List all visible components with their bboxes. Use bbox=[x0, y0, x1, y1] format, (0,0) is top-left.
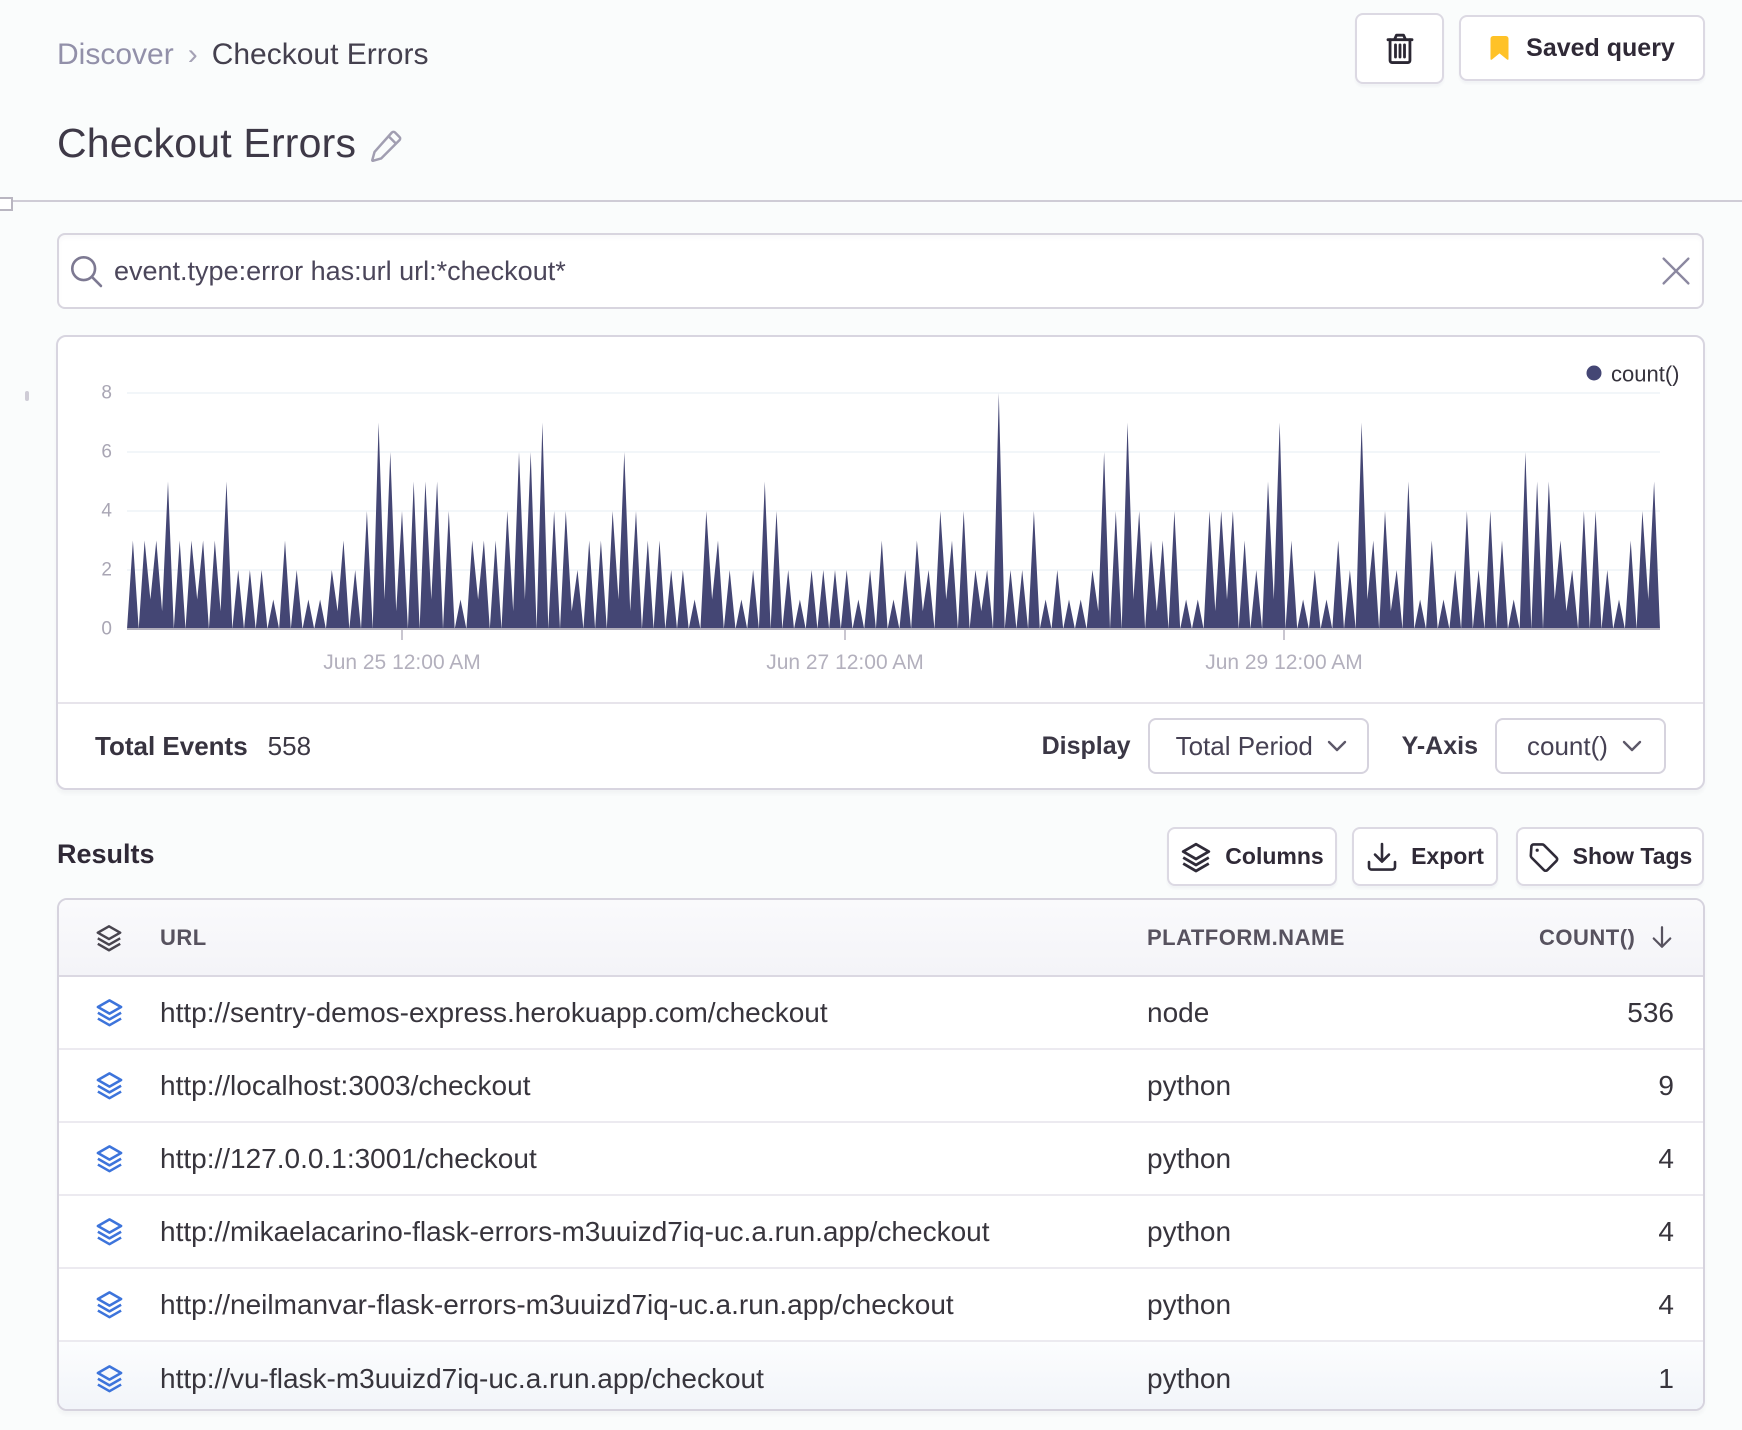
svg-text:6: 6 bbox=[101, 442, 112, 463]
svg-text:2: 2 bbox=[101, 560, 112, 581]
svg-text:count(): count() bbox=[1611, 362, 1679, 387]
svg-text:4: 4 bbox=[101, 501, 112, 522]
svg-text:Jun 27 12:00 AM: Jun 27 12:00 AM bbox=[766, 651, 924, 674]
svg-text:8: 8 bbox=[101, 383, 112, 404]
svg-text:Jun 29 12:00 AM: Jun 29 12:00 AM bbox=[1205, 651, 1363, 674]
svg-text:0: 0 bbox=[101, 619, 112, 640]
svg-text:Jun 25 12:00 AM: Jun 25 12:00 AM bbox=[323, 651, 481, 674]
